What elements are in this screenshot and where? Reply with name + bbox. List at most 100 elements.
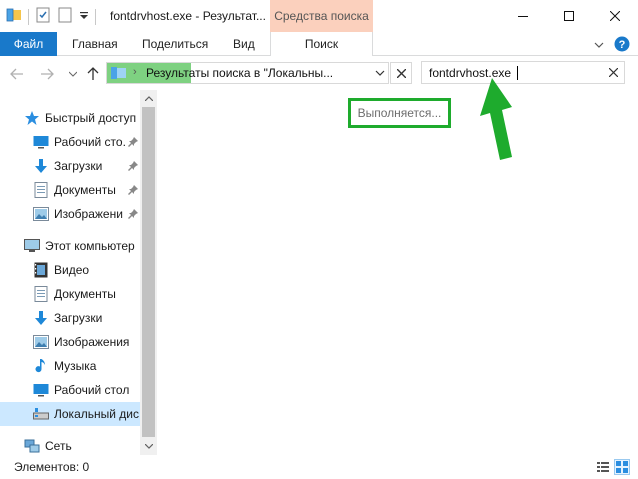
sidebar-item-downloads[interactable]: Загрузки xyxy=(0,306,140,330)
svg-text:?: ? xyxy=(619,39,626,51)
chevron-up-icon xyxy=(144,96,153,101)
close-icon xyxy=(610,11,620,21)
up-button[interactable] xyxy=(84,65,102,83)
chevron-down-icon xyxy=(69,71,77,77)
pin-icon xyxy=(128,136,138,150)
properties-icon[interactable] xyxy=(35,7,51,26)
sidebar-item-quick-documents[interactable]: Документы xyxy=(0,178,140,202)
sidebar-item-label: Загрузки xyxy=(54,159,103,173)
search-input[interactable]: fontdrvhost.exe xyxy=(421,61,625,84)
picture-icon xyxy=(33,206,49,222)
pin-icon xyxy=(128,160,138,174)
customize-qat-icon[interactable] xyxy=(79,7,89,26)
download-icon xyxy=(33,158,49,174)
forward-button[interactable] xyxy=(38,65,56,83)
sidebar-item-label: Музыка xyxy=(54,359,97,373)
item-count: Элементов: 0 xyxy=(14,460,90,474)
sidebar-item-label: Загрузки xyxy=(54,311,103,325)
expand-ribbon-icon[interactable] xyxy=(594,39,604,53)
sidebar-scrollbar[interactable] xyxy=(140,90,157,455)
sidebar-item-music[interactable]: Музыка xyxy=(0,354,140,378)
scrollbar-thumb[interactable] xyxy=(142,107,155,437)
qat-separator-2 xyxy=(95,8,96,25)
recent-locations-button[interactable] xyxy=(64,65,82,83)
qat-separator xyxy=(28,8,29,25)
tiles-view-button[interactable] xyxy=(614,459,630,475)
picture-icon xyxy=(33,334,49,350)
tiles-view-icon xyxy=(616,461,628,473)
sidebar-item-label: Документы xyxy=(54,287,116,301)
search-results-folder-icon xyxy=(111,66,127,83)
sidebar-item-label: Документы xyxy=(54,183,116,197)
forward-arrow-icon xyxy=(41,68,54,80)
network-icon xyxy=(24,438,40,454)
ribbon-tabs: Файл Главная Поделиться Вид Поиск ? xyxy=(0,32,638,56)
back-arrow-icon xyxy=(10,68,23,80)
sidebar-item-label: Изображения xyxy=(54,335,130,349)
breadcrumb-chevron-icon[interactable]: › xyxy=(133,66,137,78)
file-list-pane[interactable] xyxy=(157,90,638,455)
sidebar-item-quick-pictures[interactable]: Изображени xyxy=(0,202,140,226)
sidebar-item-this-pc[interactable]: Этот компьютер xyxy=(0,234,140,258)
address-bar[interactable]: › Результаты поиска в "Локальны... xyxy=(106,62,389,84)
sidebar-item-label: Рабочий стол xyxy=(54,383,130,397)
close-icon xyxy=(396,68,406,78)
tab-view[interactable]: Вид xyxy=(233,32,255,56)
sidebar-item-desktop[interactable]: Рабочий стол xyxy=(0,378,140,402)
address-dropdown-icon[interactable] xyxy=(375,67,385,81)
minimize-button[interactable] xyxy=(500,0,546,32)
sidebar-item-label: Сеть xyxy=(45,439,72,453)
address-path[interactable]: Результаты поиска в "Локальны... xyxy=(146,66,374,80)
stop-search-button[interactable] xyxy=(390,62,412,84)
sidebar-item-label: Быстрый доступ xyxy=(45,111,137,125)
sidebar-item-local-disk[interactable]: Локальный дис xyxy=(0,402,140,426)
close-button[interactable] xyxy=(592,0,638,32)
sidebar-item-label: Изображени xyxy=(54,207,123,221)
sidebar-item-label: Этот компьютер xyxy=(45,239,135,253)
sidebar-item-documents[interactable]: Документы xyxy=(0,282,140,306)
tab-share[interactable]: Поделиться xyxy=(142,32,208,56)
sidebar-item-quick-access[interactable]: Быстрый доступ xyxy=(0,106,140,130)
navigation-pane: Быстрый доступ Рабочий сто. Загрузки Док… xyxy=(0,90,157,455)
details-view-icon xyxy=(597,462,609,472)
sidebar-item-pictures[interactable]: Изображения xyxy=(0,330,140,354)
desktop-icon xyxy=(33,134,49,150)
up-arrow-icon xyxy=(87,67,99,80)
sidebar-item-label: Рабочий сто. xyxy=(54,135,126,149)
clear-search-icon[interactable] xyxy=(608,66,619,80)
document-icon xyxy=(33,182,49,198)
tab-home[interactable]: Главная xyxy=(72,32,118,56)
tab-file[interactable]: Файл xyxy=(0,32,57,56)
video-icon xyxy=(33,262,49,278)
help-icon[interactable]: ? xyxy=(614,36,630,55)
search-status-text: Выполняется... xyxy=(357,106,442,120)
context-tab-group-header: Средства поиска xyxy=(270,0,373,32)
pin-icon xyxy=(128,184,138,198)
sidebar-item-label: Видео xyxy=(54,263,90,277)
scroll-down-button[interactable] xyxy=(140,438,157,455)
maximize-button[interactable] xyxy=(546,0,592,32)
drive-icon xyxy=(33,406,49,422)
new-folder-icon[interactable] xyxy=(57,7,73,26)
sidebar-item-quick-desktop[interactable]: Рабочий сто. xyxy=(0,130,140,154)
pin-icon xyxy=(128,208,138,222)
music-icon xyxy=(33,358,49,374)
scroll-up-button[interactable] xyxy=(140,90,157,107)
desktop-icon xyxy=(33,382,49,398)
back-button[interactable] xyxy=(8,65,26,83)
explorer-icon[interactable] xyxy=(6,7,22,26)
sidebar-item-label: Локальный дис xyxy=(54,407,139,421)
title-bar: fontdrvhost.exe - Результат... Средства … xyxy=(0,0,638,32)
chevron-down-icon xyxy=(144,444,153,449)
window-title: fontdrvhost.exe - Результат... xyxy=(110,9,266,23)
download-icon xyxy=(33,310,49,326)
quick-access-toolbar xyxy=(6,7,96,26)
details-view-button[interactable] xyxy=(595,459,611,475)
star-icon xyxy=(24,110,40,126)
computer-icon xyxy=(24,238,40,254)
maximize-icon xyxy=(564,11,574,21)
sidebar-item-videos[interactable]: Видео xyxy=(0,258,140,282)
sidebar-item-quick-downloads[interactable]: Загрузки xyxy=(0,154,140,178)
document-icon xyxy=(33,286,49,302)
tab-search[interactable]: Поиск xyxy=(270,32,373,56)
